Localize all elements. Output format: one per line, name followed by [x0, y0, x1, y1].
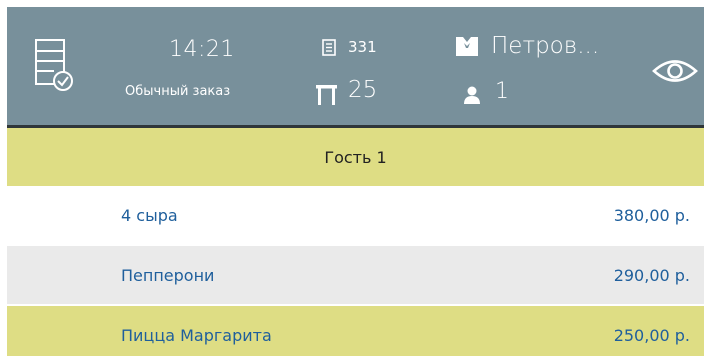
waiter-icon — [456, 37, 478, 56]
item-price: 250,00 р. — [613, 325, 690, 345]
item-name: Пепперони — [121, 265, 215, 285]
item-name: Пицца Маргарита — [121, 325, 272, 345]
guest-header[interactable]: Гость 1 — [7, 128, 704, 186]
waiter-name: Петров... — [491, 33, 600, 59]
order-header: 14:21 Обычный заказ 331 25 Петров... 1 — [7, 7, 704, 128]
guest-label: Гость 1 — [324, 147, 387, 167]
item-name: 4 сыра — [121, 205, 178, 225]
guest-count: 1 — [495, 79, 509, 104]
eye-icon[interactable] — [651, 56, 699, 86]
order-time: 14:21 — [169, 37, 235, 62]
table-icon — [316, 85, 337, 105]
item-price: 290,00 р. — [613, 265, 690, 285]
order-items-list: 4 сыра 380,00 р. Пепперони 290,00 р. Пиц… — [7, 186, 704, 356]
table-number: 25 — [348, 77, 378, 103]
receipt-icon — [322, 39, 336, 56]
order-type: Обычный заказ — [125, 84, 231, 99]
person-icon — [464, 86, 480, 104]
item-price: 380,00 р. — [613, 205, 690, 225]
order-item-row[interactable]: Пепперони 290,00 р. — [7, 246, 704, 306]
order-item-row[interactable]: 4 сыра 380,00 р. — [7, 186, 704, 246]
order-check-icon — [35, 39, 73, 91]
order-item-row[interactable]: Пицца Маргарита 250,00 р. — [7, 306, 704, 356]
order-screen: 14:21 Обычный заказ 331 25 Петров... 1 Г… — [0, 0, 704, 356]
order-number: 331 — [348, 38, 377, 56]
